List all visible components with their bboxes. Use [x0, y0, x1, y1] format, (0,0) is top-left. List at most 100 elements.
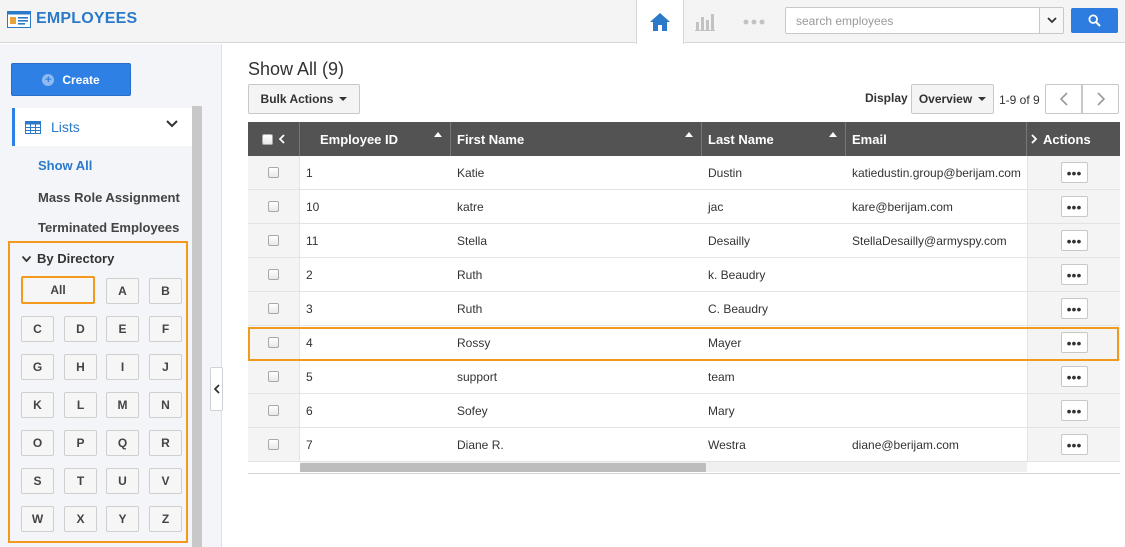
employee-card-icon — [7, 10, 31, 28]
directory-letter-i[interactable]: I — [106, 354, 139, 380]
directory-title[interactable]: By Directory — [22, 251, 114, 266]
bulk-actions-button[interactable]: Bulk Actions — [248, 84, 360, 114]
search-input[interactable] — [786, 8, 1040, 33]
directory-letter-f[interactable]: F — [149, 316, 182, 342]
directory-letter-s[interactable]: S — [21, 468, 54, 494]
row-checkbox[interactable] — [268, 235, 279, 246]
cell-first-name[interactable]: support — [451, 360, 702, 393]
directory-letter-k[interactable]: K — [21, 392, 54, 418]
directory-letter-r[interactable]: R — [149, 430, 182, 456]
directory-letter-p[interactable]: P — [64, 430, 97, 456]
row-actions-button[interactable]: ••• — [1060, 264, 1088, 285]
directory-letter-j[interactable]: J — [149, 354, 182, 380]
row-checkbox[interactable] — [268, 371, 279, 382]
directory-letter-l[interactable]: L — [64, 392, 97, 418]
row-actions-button[interactable]: ••• — [1060, 434, 1088, 455]
app-title[interactable]: EMPLOYEES — [7, 10, 137, 28]
row-checkbox[interactable] — [268, 269, 279, 280]
bulk-actions-label: Bulk Actions — [260, 92, 334, 106]
display-select[interactable]: Overview — [911, 84, 994, 114]
next-page-button[interactable] — [1082, 84, 1119, 114]
plus-circle-icon: + — [42, 73, 55, 86]
cell-first-name[interactable]: Rossy — [451, 326, 702, 359]
directory-letter-z[interactable]: Z — [149, 506, 182, 532]
directory-letter-all[interactable]: All — [21, 276, 95, 304]
row-checkbox[interactable] — [268, 167, 279, 178]
cell-first-name[interactable]: Ruth — [451, 292, 702, 325]
sidebar-collapse-handle[interactable] — [210, 367, 223, 411]
select-all-checkbox[interactable] — [262, 133, 273, 145]
row-checkbox[interactable] — [268, 405, 279, 416]
row-actions-button[interactable]: ••• — [1060, 162, 1088, 183]
cell-first-name[interactable]: Stella — [451, 224, 702, 257]
table-row[interactable]: 2 Ruth k. Beaudry ••• — [248, 258, 1120, 292]
chevron-right-icon — [1031, 134, 1037, 144]
home-icon — [650, 13, 670, 31]
more-dots-icon — [743, 19, 765, 24]
sidebar-scrollbar[interactable] — [192, 106, 202, 547]
directory-letter-y[interactable]: Y — [106, 506, 139, 532]
column-header-email[interactable]: Email — [846, 122, 1027, 156]
row-actions-button[interactable]: ••• — [1060, 400, 1088, 421]
caret-down-icon — [339, 97, 348, 101]
column-header-last-name[interactable]: Last Name — [702, 122, 846, 156]
table-row[interactable]: 1 Katie Dustin katiedustin.group@berijam.co… — [248, 156, 1120, 190]
row-checkbox[interactable] — [268, 439, 279, 450]
directory-letter-q[interactable]: Q — [106, 430, 139, 456]
row-actions-button[interactable]: ••• — [1060, 366, 1088, 387]
directory-letter-g[interactable]: G — [21, 354, 54, 380]
directory-letter-v[interactable]: V — [149, 468, 182, 494]
table-row[interactable]: 5 support team ••• — [248, 360, 1120, 394]
directory-letter-a[interactable]: A — [106, 278, 139, 304]
lists-section-header[interactable]: Lists — [12, 108, 192, 146]
cell-first-name[interactable]: Ruth — [451, 258, 702, 291]
row-select-cell — [248, 394, 300, 427]
chevron-left-icon[interactable] — [279, 134, 285, 144]
previous-page-button[interactable] — [1045, 84, 1082, 114]
search-dropdown-button[interactable] — [1039, 8, 1063, 33]
column-header-actions[interactable]: Actions — [1027, 122, 1120, 156]
cell-first-name[interactable]: Katie — [451, 156, 702, 189]
cell-first-name[interactable]: Diane R. — [451, 428, 702, 461]
directory-letter-t[interactable]: T — [64, 468, 97, 494]
nav-more-tab[interactable] — [730, 0, 778, 43]
directory-letter-c[interactable]: C — [21, 316, 54, 342]
cell-email: katiedustin.group@berijam.com — [852, 165, 1021, 180]
directory-letter-m[interactable]: M — [106, 392, 139, 418]
horizontal-scrollbar-thumb[interactable] — [300, 463, 706, 472]
table-row[interactable]: 6 Sofey Mary ••• — [248, 394, 1120, 428]
directory-letter-n[interactable]: N — [149, 392, 182, 418]
directory-letter-e[interactable]: E — [106, 316, 139, 342]
sidebar-link-show-all[interactable]: Show All — [38, 158, 92, 173]
directory-letter-o[interactable]: O — [21, 430, 54, 456]
row-checkbox[interactable] — [268, 337, 279, 348]
sidebar-link-terminated-employees[interactable]: Terminated Employees — [38, 220, 179, 235]
table-row[interactable]: 11 Stella Desailly StellaDesailly@armyspy.c… — [248, 224, 1120, 258]
nav-home-tab[interactable] — [636, 0, 684, 44]
directory-letter-w[interactable]: W — [21, 506, 54, 532]
row-checkbox[interactable] — [268, 201, 279, 212]
directory-letter-d[interactable]: D — [64, 316, 97, 342]
row-actions-button[interactable]: ••• — [1060, 196, 1088, 217]
table-row[interactable]: 10 katre jac kare@berijam.com ••• — [248, 190, 1120, 224]
directory-letter-b[interactable]: B — [149, 278, 182, 304]
sidebar-link-mass-role-assignment[interactable]: Mass Role Assignment — [38, 190, 180, 205]
nav-reports-tab[interactable] — [684, 0, 726, 43]
directory-letter-u[interactable]: U — [106, 468, 139, 494]
table-row[interactable]: 4 Rossy Mayer ••• — [248, 326, 1120, 360]
row-actions-button[interactable]: ••• — [1060, 332, 1088, 353]
cell-email — [846, 360, 1027, 393]
table-row[interactable]: 3 Ruth C. Beaudry ••• — [248, 292, 1120, 326]
row-actions-button[interactable]: ••• — [1060, 298, 1088, 319]
search-button[interactable] — [1071, 8, 1118, 33]
table-row[interactable]: 7 Diane R. Westra diane@berijam.com ••• — [248, 428, 1120, 462]
directory-letter-h[interactable]: H — [64, 354, 97, 380]
row-actions-button[interactable]: ••• — [1060, 230, 1088, 251]
row-checkbox[interactable] — [268, 303, 279, 314]
create-button[interactable]: + Create — [11, 63, 131, 96]
directory-letter-x[interactable]: X — [64, 506, 97, 532]
column-header-employee-id[interactable]: Employee ID — [300, 122, 451, 156]
column-header-first-name[interactable]: First Name — [451, 122, 702, 156]
cell-first-name[interactable]: katre — [451, 190, 702, 223]
cell-first-name[interactable]: Sofey — [451, 394, 702, 427]
